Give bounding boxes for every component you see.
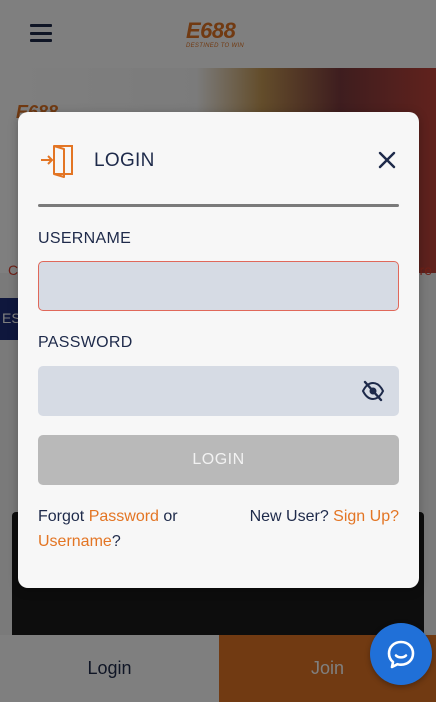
username-field[interactable]	[38, 261, 399, 311]
login-modal: LOGIN USERNAME PASSWORD LOGIN Forgot Pas…	[18, 112, 419, 588]
forgot-prefix: Forgot	[38, 508, 89, 525]
chat-bubble-icon	[387, 640, 415, 669]
chat-button[interactable]	[370, 623, 432, 685]
eye-slash-icon[interactable]	[361, 380, 385, 402]
login-submit-button[interactable]: LOGIN	[38, 435, 399, 485]
header-divider	[38, 204, 399, 207]
username-label: USERNAME	[38, 230, 132, 247]
forgot-password-link[interactable]: Password	[89, 508, 159, 525]
new-user-text: New User? Sign Up?	[250, 504, 399, 529]
close-icon[interactable]	[375, 148, 399, 172]
modal-title: LOGIN	[94, 150, 155, 171]
login-door-icon	[41, 145, 73, 178]
forgot-suffix: ?	[111, 533, 121, 550]
new-user-prefix: New User?	[249, 508, 334, 525]
forgot-username-link[interactable]: Username	[38, 533, 112, 550]
forgot-or: or	[158, 508, 178, 525]
forgot-credentials-text: Forgot Password or Username?	[38, 504, 238, 554]
password-field[interactable]	[38, 366, 399, 416]
modal-header: LOGIN	[38, 142, 399, 178]
password-label: PASSWORD	[38, 334, 133, 351]
signup-link[interactable]: Sign Up?	[333, 508, 399, 525]
